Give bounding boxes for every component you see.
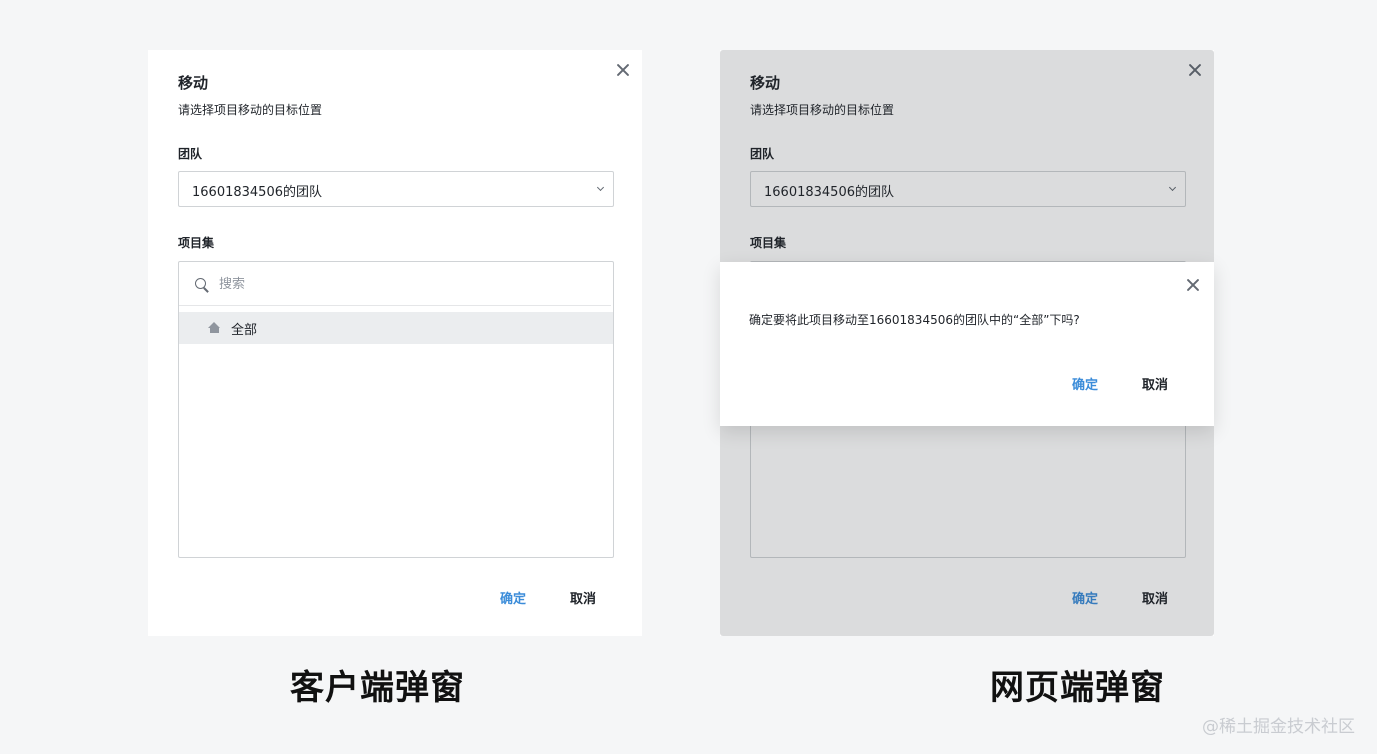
team-select[interactable]: 16601834506的团队 [750, 171, 1186, 207]
client-move-dialog: 移动 请选择项目移动的目标位置 团队 16601834506的团队 项目集 全部… [148, 50, 642, 636]
search-input[interactable] [219, 274, 599, 294]
tree-item-label: 全部 [231, 323, 258, 338]
chevron-down-icon [597, 185, 604, 192]
close-icon[interactable] [616, 63, 630, 77]
search-row [179, 262, 611, 306]
confirm-button[interactable]: 确定 [1072, 588, 1098, 607]
project-set-label: 项目集 [750, 236, 787, 250]
team-label: 团队 [178, 147, 203, 161]
team-select-value: 16601834506的团队 [192, 185, 322, 200]
project-set-tree: 全部 [178, 261, 614, 558]
project-set-label: 项目集 [178, 236, 215, 250]
close-icon[interactable] [1188, 63, 1202, 77]
team-label: 团队 [750, 147, 775, 161]
confirm-button[interactable]: 确定 [500, 588, 526, 607]
tree-item-all[interactable]: 全部 [179, 312, 613, 344]
dialog-title: 移动 [178, 74, 209, 92]
search-icon [195, 278, 207, 290]
chevron-down-icon [1169, 185, 1176, 192]
team-select-value: 16601834506的团队 [764, 185, 894, 200]
confirm-message: 确定要将此项目移动至16601834506的团队中的“全部”下吗? [749, 313, 1080, 327]
cancel-button[interactable]: 取消 [570, 588, 596, 607]
team-select[interactable]: 16601834506的团队 [178, 171, 614, 207]
confirm-button[interactable]: 确定 [1072, 374, 1098, 393]
dialog-subtitle: 请选择项目移动的目标位置 [750, 103, 895, 117]
dialog-subtitle: 请选择项目移动的目标位置 [178, 103, 323, 117]
close-icon[interactable] [1186, 278, 1200, 292]
confirm-move-dialog: 确定要将此项目移动至16601834506的团队中的“全部”下吗? 确定 取消 [720, 262, 1214, 426]
caption-web-dialog: 网页端弹窗 [990, 668, 1165, 708]
cancel-button[interactable]: 取消 [1142, 588, 1168, 607]
cancel-button[interactable]: 取消 [1142, 374, 1168, 393]
home-icon [208, 322, 221, 334]
watermark: @稀土掘金技术社区 [1202, 717, 1355, 737]
caption-client-dialog: 客户端弹窗 [290, 668, 465, 708]
dialog-title: 移动 [750, 74, 781, 92]
